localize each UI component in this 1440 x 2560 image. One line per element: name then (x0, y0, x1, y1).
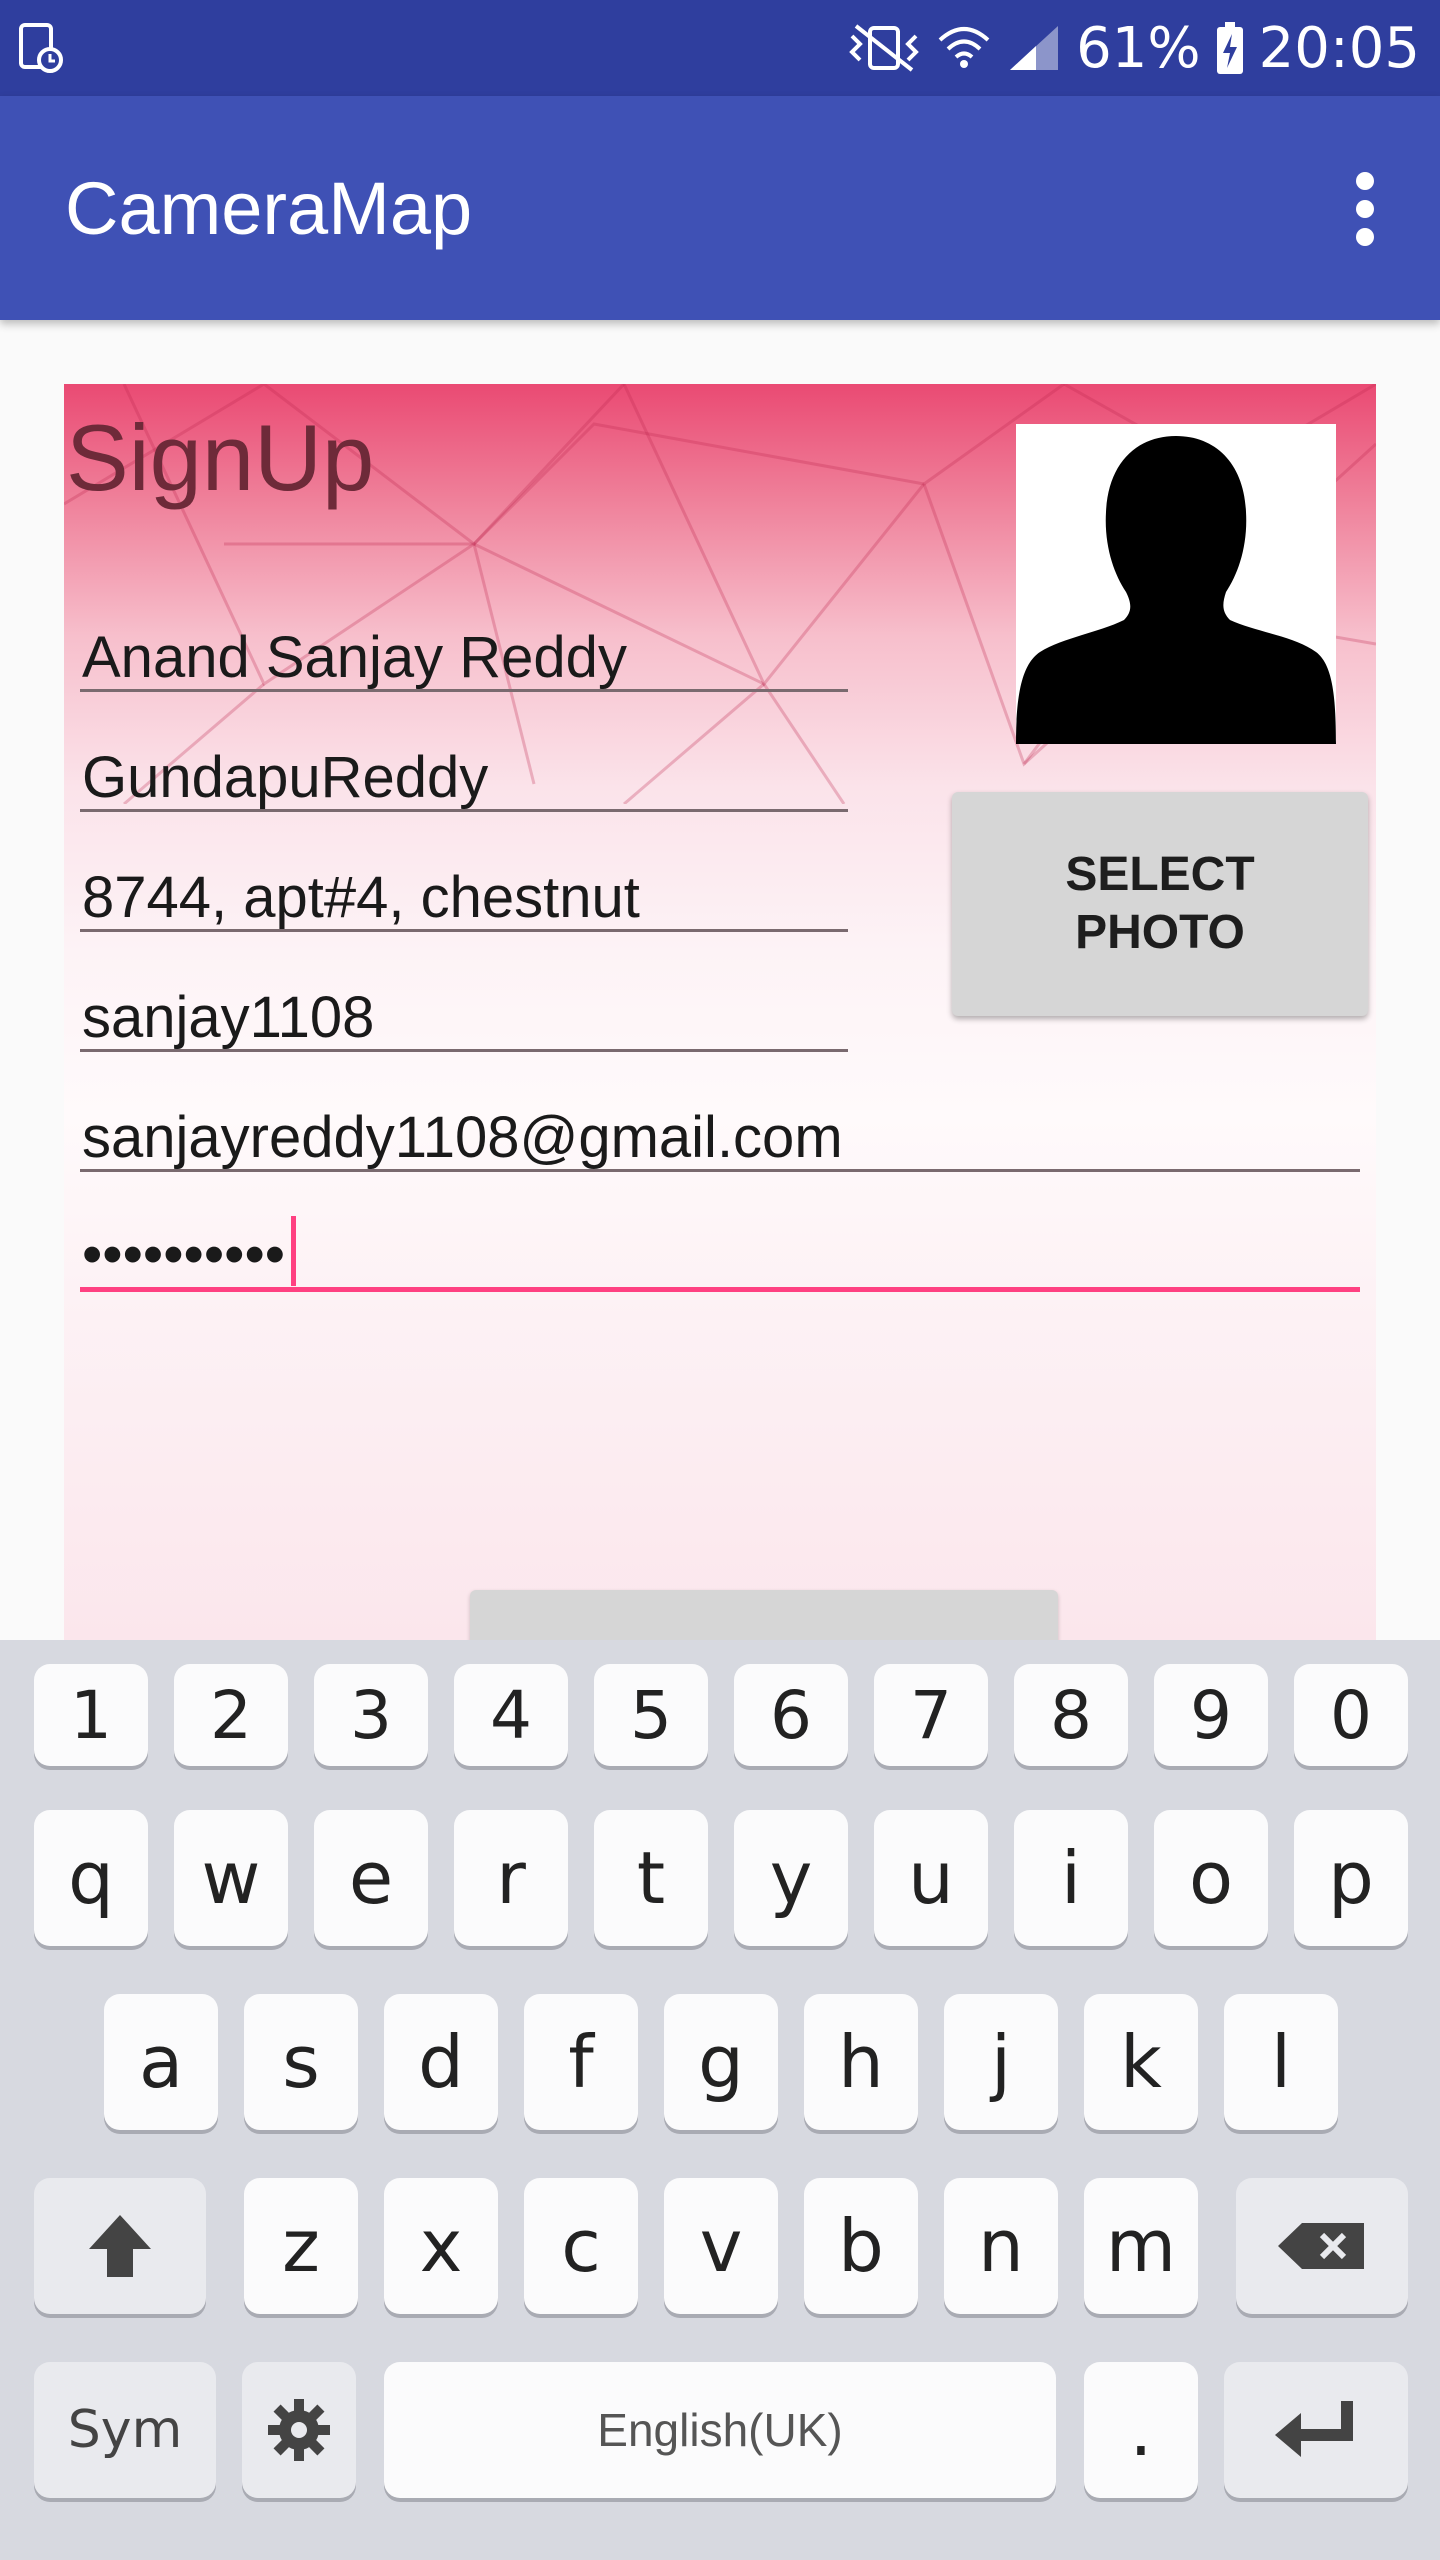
key-2[interactable]: 2 (174, 1664, 288, 1766)
key-y[interactable]: y (734, 1810, 848, 1946)
password-field[interactable]: •••••••••• (80, 1202, 1360, 1302)
key-o[interactable]: o (1154, 1810, 1268, 1946)
clock: 20:05 (1258, 15, 1420, 81)
battery-charging-icon (1215, 20, 1245, 76)
key-1[interactable]: 1 (34, 1664, 148, 1766)
first-name-field[interactable]: Anand Sanjay Reddy (80, 602, 848, 702)
space-key[interactable]: English(UK) (384, 2362, 1056, 2498)
key-d[interactable]: d (384, 1994, 498, 2130)
key-x[interactable]: x (384, 2178, 498, 2314)
key-g[interactable]: g (664, 1994, 778, 2130)
key-m[interactable]: m (1084, 2178, 1198, 2314)
key-6[interactable]: 6 (734, 1664, 848, 1766)
profile-photo (1016, 424, 1336, 744)
key-w[interactable]: w (174, 1810, 288, 1946)
app-title: CameraMap (65, 167, 473, 250)
overflow-menu-icon[interactable] (1330, 164, 1400, 254)
key-3[interactable]: 3 (314, 1664, 428, 1766)
signup-submit-button[interactable] (470, 1590, 1058, 1644)
sym-key[interactable]: Sym (34, 2362, 216, 2498)
enter-key[interactable] (1224, 2362, 1408, 2498)
key-t[interactable]: t (594, 1810, 708, 1946)
signal-icon (1006, 22, 1062, 74)
key-4[interactable]: 4 (454, 1664, 568, 1766)
key-8[interactable]: 8 (1014, 1664, 1128, 1766)
select-photo-label: SELECT PHOTO (1065, 848, 1255, 959)
key-0[interactable]: 0 (1294, 1664, 1408, 1766)
soft-keyboard: 1 2 3 4 5 6 7 8 9 0 q w e r t y u i o p … (0, 1640, 1440, 2560)
key-5[interactable]: 5 (594, 1664, 708, 1766)
key-b[interactable]: b (804, 2178, 918, 2314)
backspace-key[interactable] (1236, 2178, 1408, 2314)
key-u[interactable]: u (874, 1810, 988, 1946)
email-field[interactable]: sanjayreddy1108@gmail.com (80, 1082, 1360, 1182)
backspace-icon (1278, 2223, 1364, 2269)
key-9[interactable]: 9 (1154, 1664, 1268, 1766)
key-i[interactable]: i (1014, 1810, 1128, 1946)
key-a[interactable]: a (104, 1994, 218, 2130)
gear-icon (268, 2399, 330, 2461)
address-value: 8744, apt#4, chestnut (82, 865, 640, 930)
key-f[interactable]: f (524, 1994, 638, 2130)
key-h[interactable]: h (804, 1994, 918, 2130)
key-k[interactable]: k (1084, 1994, 1198, 2130)
key-j[interactable]: j (944, 1994, 1058, 2130)
first-name-value: Anand Sanjay Reddy (82, 625, 627, 690)
last-name-field[interactable]: GundapuReddy (80, 722, 848, 822)
signup-title: SignUp (66, 405, 375, 510)
username-field[interactable]: sanjay1108 (80, 962, 848, 1062)
person-silhouette-icon (1016, 436, 1336, 744)
battery-percent: 61% (1076, 15, 1201, 81)
last-name-value: GundapuReddy (82, 745, 489, 810)
key-z[interactable]: z (244, 2178, 358, 2314)
mute-vibrate-icon (846, 22, 922, 74)
key-s[interactable]: s (244, 1994, 358, 2130)
username-value: sanjay1108 (82, 985, 375, 1050)
app-bar: CameraMap (0, 96, 1440, 320)
key-p[interactable]: p (1294, 1810, 1408, 1946)
address-field[interactable]: 8744, apt#4, chestnut (80, 842, 848, 942)
text-cursor (291, 1216, 297, 1286)
enter-icon (1275, 2401, 1353, 2457)
wifi-icon (936, 22, 992, 74)
key-l[interactable]: l (1224, 1994, 1338, 2130)
settings-key[interactable] (242, 2362, 356, 2498)
status-bar: 61% 20:05 (0, 0, 1440, 96)
shift-key[interactable] (34, 2178, 206, 2314)
key-7[interactable]: 7 (874, 1664, 988, 1766)
select-photo-button[interactable]: SELECT PHOTO (952, 792, 1368, 1016)
key-q[interactable]: q (34, 1810, 148, 1946)
key-r[interactable]: r (454, 1810, 568, 1946)
key-v[interactable]: v (664, 2178, 778, 2314)
key-e[interactable]: e (314, 1810, 428, 1946)
key-n[interactable]: n (944, 2178, 1058, 2314)
signup-card: SignUp SELECT PHOTO Anand Sanjay Reddy G… (64, 384, 1376, 1644)
email-value: sanjayreddy1108@gmail.com (82, 1105, 843, 1170)
screenshot-icon (18, 22, 64, 74)
key-c[interactable]: c (524, 2178, 638, 2314)
password-value: •••••••••• (82, 1222, 286, 1287)
shift-arrow-icon (89, 2215, 151, 2277)
period-key[interactable]: . (1084, 2362, 1198, 2498)
